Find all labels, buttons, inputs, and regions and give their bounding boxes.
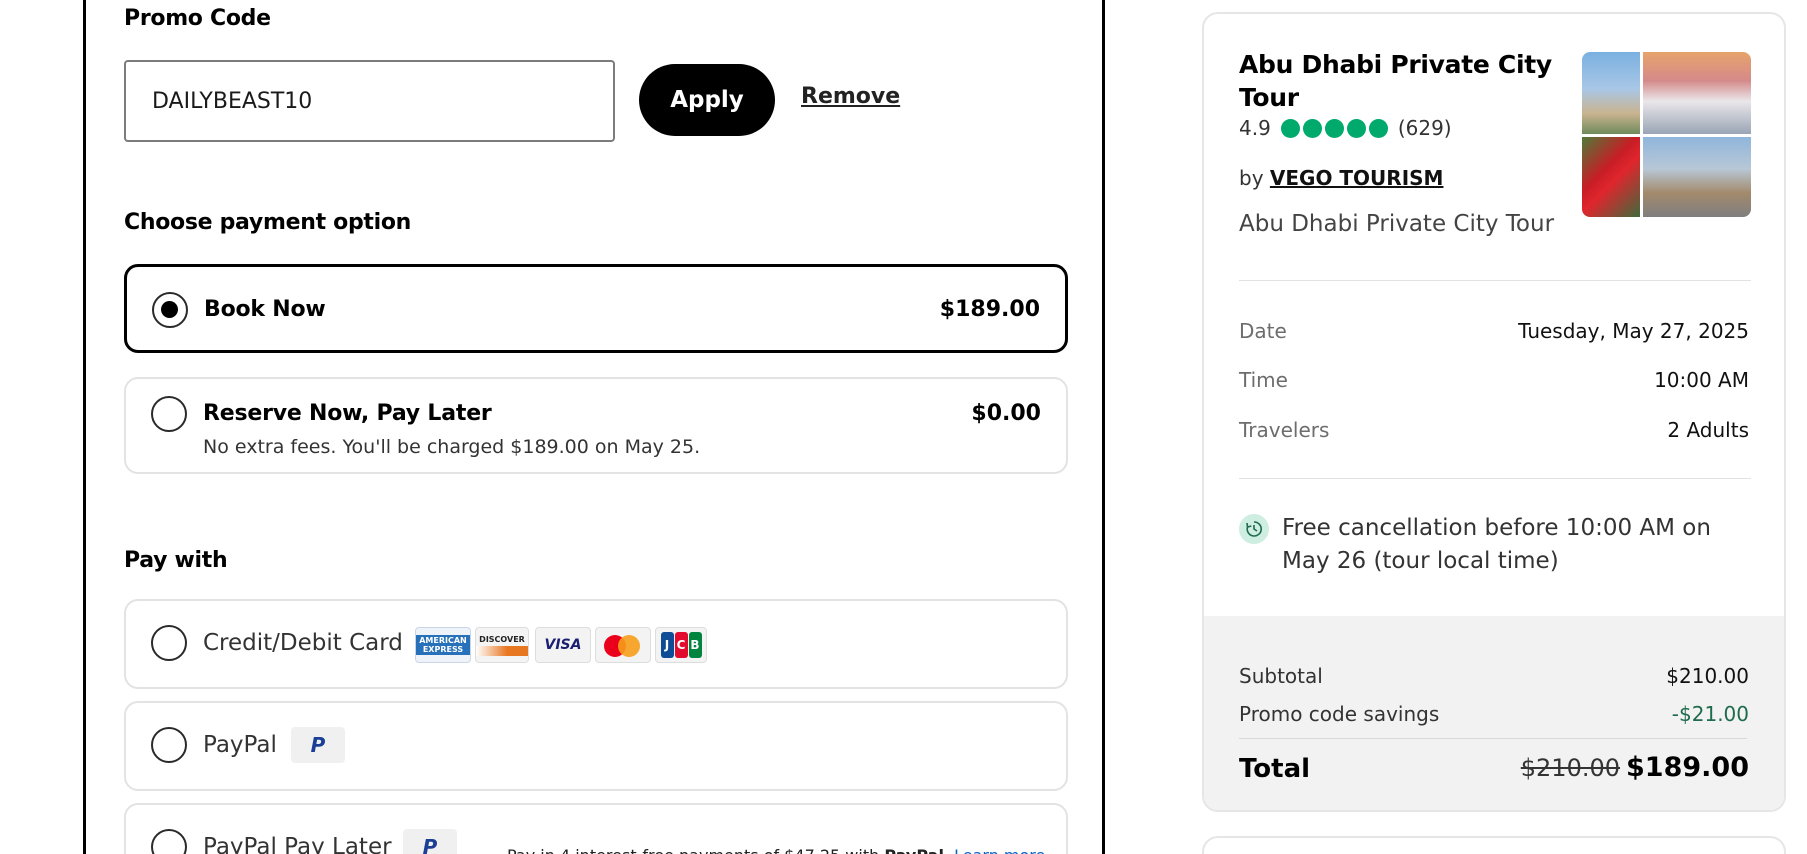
- credit-card-radio[interactable]: [151, 625, 187, 661]
- secondary-summary-card: [1202, 836, 1786, 854]
- book-now-option[interactable]: Book Now $189.00: [124, 264, 1068, 353]
- travelers-value: 2 Adults: [1667, 418, 1749, 442]
- credit-card-label: Credit/Debit Card: [203, 630, 403, 656]
- book-now-title: Book Now: [204, 297, 326, 322]
- tour-title[interactable]: Abu Dhabi Private City Tour: [1239, 48, 1559, 114]
- apply-button[interactable]: Apply: [639, 64, 775, 136]
- total-value: $210.00 $189.00: [1521, 752, 1749, 783]
- visa-icon: VISA: [535, 627, 591, 663]
- date-value: Tuesday, May 27, 2025: [1518, 319, 1749, 343]
- review-count[interactable]: (629): [1398, 116, 1452, 140]
- checkout-form-panel: Promo Code DAILYBEAST10 Apply Remove Cho…: [83, 0, 1105, 854]
- promo-savings-value: -$21.00: [1671, 702, 1749, 726]
- amex-icon: AMERICAN EXPRESS: [415, 627, 471, 663]
- total-original-price: $210.00: [1520, 754, 1621, 782]
- totals-divider: [1239, 738, 1747, 739]
- promo-code-input[interactable]: DAILYBEAST10: [124, 60, 615, 142]
- reserve-pay-later-title: Reserve Now, Pay Later: [203, 401, 492, 426]
- rating-row: 4.9 (629): [1239, 116, 1452, 140]
- paypal-radio[interactable]: [151, 727, 187, 763]
- reserve-pay-later-option[interactable]: Reserve Now, Pay Later $0.00 No extra fe…: [124, 377, 1068, 474]
- tour-photo-towers: [1582, 52, 1640, 134]
- free-cancellation-icon: [1239, 514, 1269, 544]
- total-final-price: $189.00: [1626, 752, 1749, 783]
- tour-photo-grid: [1582, 52, 1751, 217]
- mastercard-icon: [595, 627, 651, 663]
- summary-divider: [1239, 280, 1751, 281]
- credit-card-option[interactable]: Credit/Debit Card AMERICAN EXPRESS DISCO…: [124, 599, 1068, 689]
- summary-divider: [1239, 478, 1751, 479]
- paypal-pay-later-note: Pay in 4 interest-free payments of $47.2…: [507, 846, 1045, 854]
- promo-code-heading: Promo Code: [124, 6, 271, 31]
- book-now-price: $189.00: [939, 297, 1040, 322]
- payment-option-heading: Choose payment option: [124, 210, 412, 235]
- time-value: 10:00 AM: [1654, 368, 1749, 392]
- promo-savings-label: Promo code savings: [1239, 702, 1440, 726]
- paypal-icon: P: [403, 829, 457, 854]
- tour-photo-skyline: [1643, 137, 1751, 217]
- checkout-page: Promo Code DAILYBEAST10 Apply Remove Cho…: [0, 0, 1807, 854]
- pay-with-heading: Pay with: [124, 548, 228, 573]
- remove-promo-link[interactable]: Remove: [801, 84, 900, 109]
- paypal-pay-later-option[interactable]: PayPal Pay Later P Pay in 4 interest-fre…: [124, 803, 1068, 854]
- operator-row: by VEGO TOURISM: [1239, 166, 1444, 190]
- paypal-pay-later-radio[interactable]: [151, 829, 187, 854]
- price-totals: Subtotal $210.00 Promo code savings -$21…: [1204, 616, 1784, 810]
- rating-bubbles-icon: [1280, 118, 1388, 138]
- subtotal-value: $210.00: [1666, 664, 1749, 688]
- subtotal-label: Subtotal: [1239, 664, 1323, 688]
- learn-more-link[interactable]: Learn more: [954, 846, 1045, 854]
- tour-subtitle: Abu Dhabi Private City Tour: [1239, 211, 1555, 237]
- tour-photo-mosque: [1643, 52, 1751, 134]
- operator-link[interactable]: VEGO TOURISM: [1270, 166, 1444, 190]
- amex-text: AMERICAN EXPRESS: [416, 635, 470, 655]
- promo-code-value: DAILYBEAST10: [152, 88, 313, 114]
- total-label: Total: [1239, 754, 1311, 784]
- travelers-label: Travelers: [1239, 418, 1330, 442]
- rating-value: 4.9: [1239, 116, 1271, 140]
- visa-text: VISA: [544, 637, 582, 653]
- order-summary-card: Abu Dhabi Private City Tour 4.9 (629) by…: [1202, 12, 1786, 812]
- paypal-pay-later-label: PayPal Pay Later: [203, 834, 392, 854]
- paypal-icon: P: [291, 727, 345, 763]
- paypal-option[interactable]: PayPal P: [124, 701, 1068, 791]
- reserve-pay-later-note: No extra fees. You'll be charged $189.00…: [203, 436, 701, 458]
- book-now-radio[interactable]: [152, 292, 188, 328]
- reserve-pay-later-radio[interactable]: [151, 396, 187, 432]
- time-label: Time: [1239, 368, 1288, 392]
- tour-photo-ferrari-world: [1582, 137, 1640, 217]
- free-cancellation-text: Free cancellation before 10:00 AM on May…: [1282, 515, 1711, 574]
- paypal-label: PayPal: [203, 732, 277, 758]
- reserve-pay-later-price: $0.00: [971, 401, 1041, 426]
- date-label: Date: [1239, 319, 1287, 343]
- jcb-icon: J C B: [655, 627, 707, 663]
- discover-icon: DISCOVER: [475, 627, 529, 663]
- discover-text: DISCOVER: [479, 634, 525, 644]
